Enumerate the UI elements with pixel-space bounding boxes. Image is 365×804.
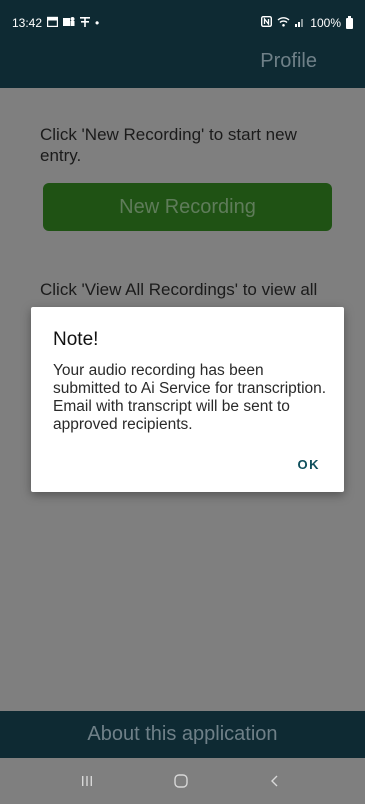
nfc-icon bbox=[261, 15, 273, 30]
status-left: 13:42 • bbox=[12, 16, 99, 30]
status-time: 13:42 bbox=[12, 16, 43, 30]
new-recording-label: New Recording bbox=[119, 195, 256, 218]
back-icon[interactable] bbox=[260, 768, 290, 794]
tuner-icon bbox=[80, 16, 91, 30]
battery-icon bbox=[346, 15, 353, 29]
teams-icon bbox=[63, 16, 75, 30]
new-recording-button[interactable]: New Recording bbox=[43, 183, 332, 231]
instruction-new-recording: Click 'New Recording' to start new entry… bbox=[40, 125, 297, 165]
wifi-icon bbox=[277, 16, 290, 30]
calendar-icon bbox=[46, 16, 59, 30]
instruction-view-recordings: Click 'View All Recordings' to view all bbox=[40, 280, 318, 299]
about-button[interactable]: About this application bbox=[0, 711, 365, 758]
about-label: About this application bbox=[87, 723, 278, 745]
recents-icon[interactable] bbox=[72, 768, 102, 794]
battery-percent: 100% bbox=[310, 16, 341, 30]
home-icon[interactable] bbox=[166, 768, 196, 794]
dialog-title: Note! bbox=[53, 329, 99, 350]
app-bar: Profile bbox=[0, 42, 365, 88]
note-dialog: Note! Your audio recording has been subm… bbox=[31, 307, 344, 492]
profile-button[interactable]: Profile bbox=[260, 50, 317, 73]
status-right: 100% bbox=[261, 15, 353, 30]
status-bar: 13:42 • 100% bbox=[0, 0, 365, 42]
ok-button[interactable]: OK bbox=[298, 457, 321, 472]
signal-icon bbox=[295, 16, 305, 30]
dialog-message: Your audio recording has been submitted … bbox=[53, 362, 327, 433]
navigation-bar bbox=[0, 758, 365, 804]
status-dot: • bbox=[95, 16, 100, 30]
